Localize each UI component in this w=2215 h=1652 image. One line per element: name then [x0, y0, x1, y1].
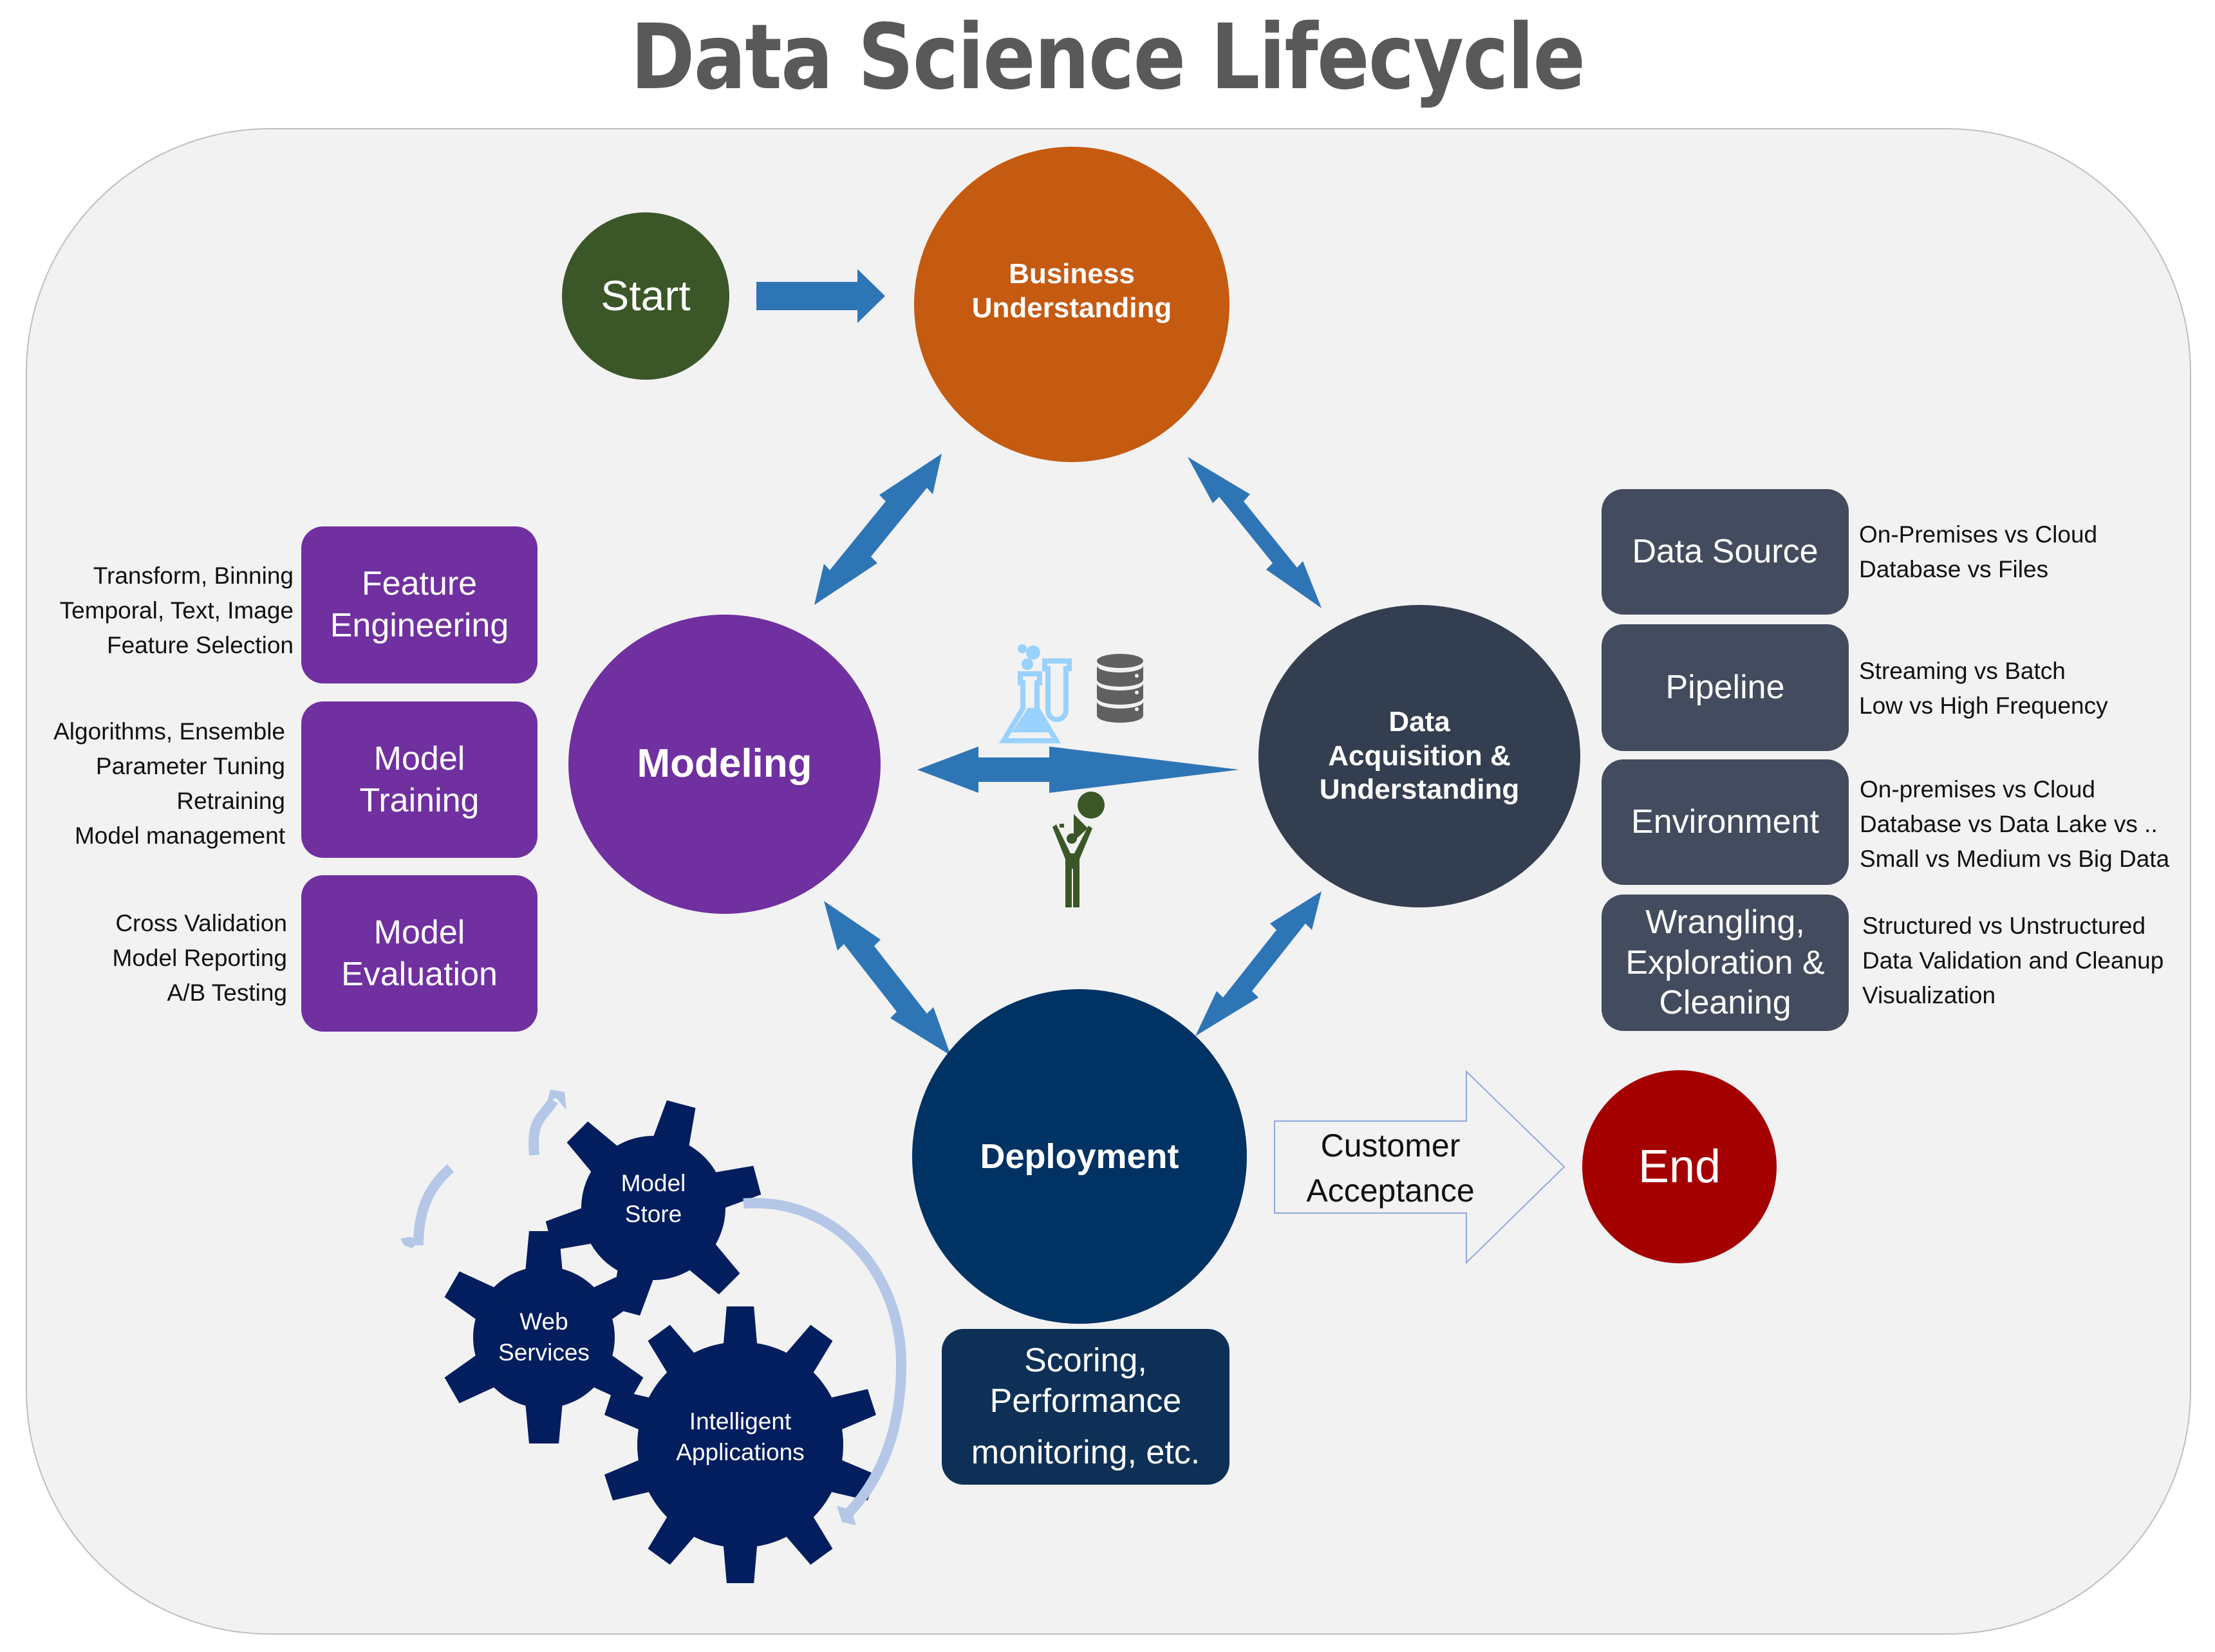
model-training-notes: Algorithms, Ensemble Parameter Tuning Re… [53, 714, 285, 853]
acquisition-label-line1: Data [1388, 705, 1450, 738]
model-evaluation-notes: Cross Validation Model Reporting A/B Tes… [113, 906, 287, 1010]
model-training-box[interactable]: Model Training [301, 701, 537, 858]
acquisition-label-line3: Understanding [1319, 774, 1520, 806]
modeling-label: Modeling [637, 741, 812, 786]
wrangling-notes: Structured vs Unstructured Data Validati… [1862, 909, 2164, 1013]
note-line: Database vs Files [1859, 556, 2049, 582]
scoring-line3: monitoring, etc. [971, 1434, 1201, 1472]
gear-web-services-teeth [525, 1231, 563, 1279]
gear-label-line: Store [624, 1201, 682, 1227]
business-label-line2: Understanding [971, 292, 1172, 324]
customer-acceptance-line1: Customer [1320, 1128, 1461, 1164]
pipeline-box[interactable]: Pipeline [1602, 624, 1849, 751]
data-source-label: Data Source [1632, 533, 1818, 570]
feature-engineering-line2: Engineering [330, 607, 509, 644]
wrangling-line3: Cleaning [1659, 984, 1791, 1022]
person-lightbulb-icon [1052, 792, 1105, 907]
business-understanding-node[interactable]: Business Understanding [914, 147, 1229, 462]
start-arrow [756, 269, 885, 323]
gear-label-line: Model [621, 1170, 686, 1196]
scoring-line2: Performance [989, 1382, 1182, 1420]
customer-acceptance-label: Customer Acceptance [1278, 1123, 1503, 1213]
note-line: Cross Validation [115, 910, 287, 936]
environment-notes: On-premises vs Cloud Database vs Data La… [1860, 772, 2169, 877]
note-line: Streaming vs Batch [1859, 658, 2066, 684]
note-line: On-premises vs Cloud [1860, 776, 2096, 803]
data-source-box[interactable]: Data Source [1602, 489, 1849, 615]
data-acquisition-node[interactable]: Data Acquisition & Understanding [1258, 605, 1580, 907]
gear-intelligent-apps-teeth [722, 1306, 758, 1355]
note-line: Parameter Tuning [95, 753, 285, 779]
note-line: Temporal, Text, Image [59, 597, 294, 624]
feature-engineering-line1: Feature [361, 565, 478, 602]
modeling-deployment-arrow [824, 901, 951, 1055]
data-source-notes: On-Premises vs Cloud Database vs Files [1859, 517, 2097, 587]
note-line: A/B Testing [167, 979, 287, 1006]
note-line: Small vs Medium vs Big Data [1860, 846, 2170, 872]
acquisition-deployment-arrow [1195, 891, 1322, 1036]
note-line: Low vs High Frequency [1859, 692, 2108, 719]
note-line: Transform, Binning [93, 562, 294, 589]
gear-intelligent-apps-teeth [722, 1535, 758, 1583]
acquisition-label-line2: Acquisition & [1328, 739, 1511, 772]
environment-box[interactable]: Environment [1602, 759, 1849, 885]
model-evaluation-box[interactable]: Model Evaluation [301, 875, 537, 1032]
end-label: End [1638, 1140, 1721, 1193]
intelligent-apps-label: Intelligent Applications [644, 1406, 837, 1468]
model-evaluation-line2: Evaluation [341, 955, 498, 993]
scoring-line1: Scoring, [1024, 1342, 1147, 1380]
feature-engineering-box[interactable]: Feature Engineering [301, 526, 537, 683]
gear-label-line: Services [498, 1339, 590, 1366]
gear-model-store-teeth [650, 1100, 696, 1156]
gear-label-line: Web [519, 1308, 568, 1335]
gear-label-line: Intelligent [689, 1408, 792, 1434]
environment-label: Environment [1631, 803, 1819, 840]
note-line: Data Validation and Cleanup [1862, 947, 2164, 974]
modeling-acquisition-arrow [917, 747, 1239, 793]
note-line: Visualization [1862, 982, 1996, 1008]
gear-label-line: Applications [676, 1439, 805, 1465]
note-line: Structured vs Unstructured [1862, 913, 2146, 939]
scoring-monitoring-box[interactable]: Scoring, Performance monitoring, etc. [942, 1329, 1229, 1485]
feature-engineering-notes: Transform, Binning Temporal, Text, Image… [60, 559, 294, 663]
note-line: Model Reporting [112, 945, 287, 971]
pipeline-label: Pipeline [1665, 669, 1785, 706]
business-acquisition-arrow [1188, 457, 1322, 608]
business-label-line1: Business [1009, 258, 1135, 290]
model-store-label: Model Store [589, 1168, 718, 1230]
note-line: Database vs Data Lake vs .. [1860, 811, 2158, 837]
start-node[interactable]: Start [562, 212, 729, 380]
model-training-line1: Model [373, 739, 465, 777]
wrangling-box[interactable]: Wrangling, Exploration & Cleaning [1602, 895, 1849, 1031]
note-line: Retraining [176, 788, 285, 814]
note-line: Algorithms, Ensemble [53, 718, 285, 745]
web-services-label: Web Services [480, 1306, 608, 1368]
deployment-node[interactable]: Deployment [912, 989, 1247, 1324]
business-modeling-arrow [814, 454, 942, 605]
note-line: Model management [74, 822, 285, 849]
end-node[interactable]: End [1582, 1070, 1777, 1263]
pipeline-notes: Streaming vs Batch Low vs High Frequency [1859, 654, 2108, 723]
modeling-node[interactable]: Modeling [568, 615, 881, 914]
note-line: Feature Selection [106, 632, 294, 658]
gear-web-services-teeth [525, 1395, 563, 1443]
start-label: Start [601, 272, 691, 320]
wrangling-line2: Exploration & [1625, 943, 1825, 981]
wrangling-line1: Wrangling, [1645, 904, 1805, 942]
customer-acceptance-line2: Acceptance [1306, 1173, 1475, 1209]
model-evaluation-line1: Model [373, 913, 465, 951]
lab-flask-icon [998, 644, 1072, 743]
database-icon [1097, 654, 1143, 723]
deployment-label: Deployment [980, 1137, 1179, 1176]
model-training-line2: Training [359, 781, 480, 819]
note-line: On-Premises vs Cloud [1859, 521, 2098, 548]
